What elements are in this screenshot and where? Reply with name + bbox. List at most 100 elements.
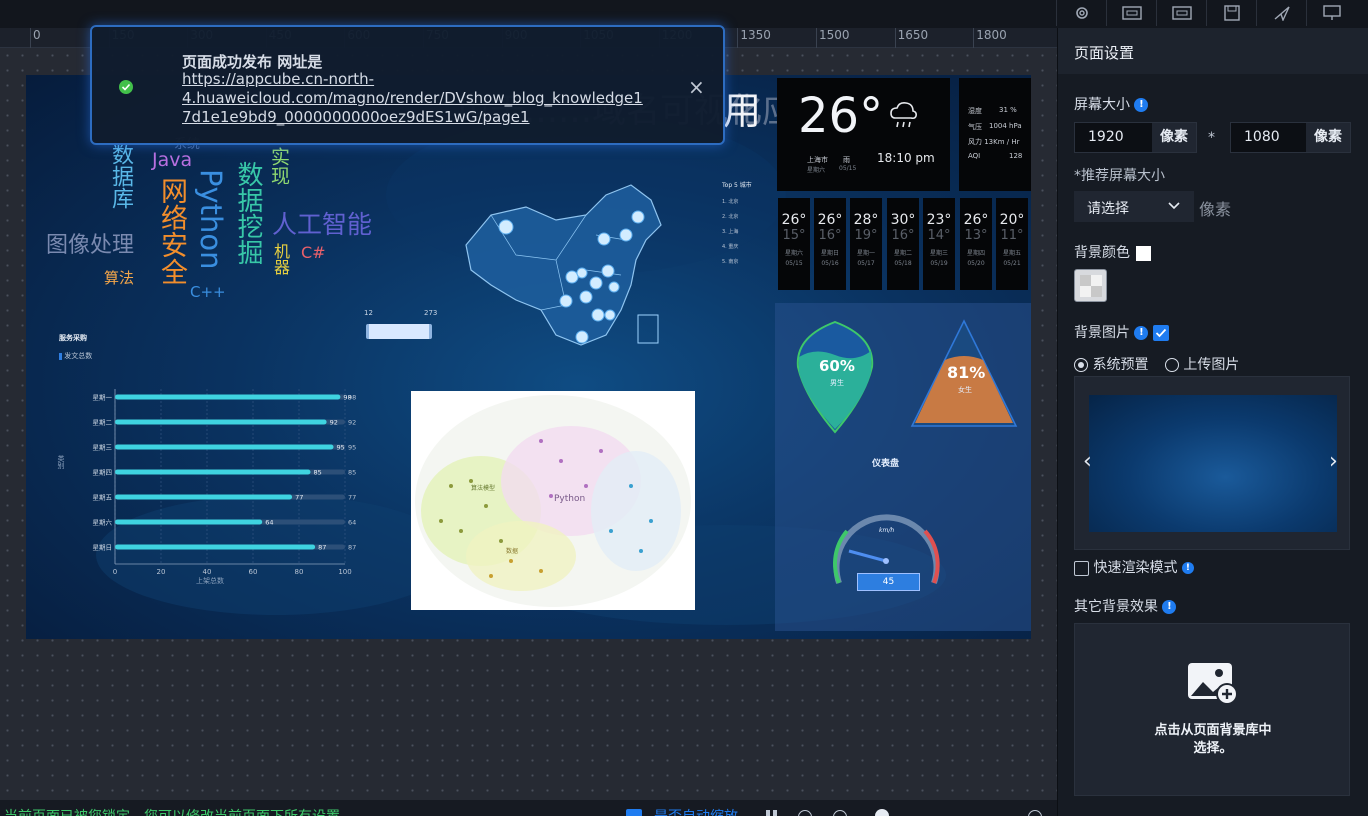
bar-category-label: 星期五 (93, 494, 113, 502)
publish-toast: 页面成功发布 网址是 https://appcube.cn-north- 4.h… (90, 25, 725, 145)
zoom-fit-icon[interactable] (798, 810, 812, 816)
bg-image-checkbox[interactable] (1152, 325, 1169, 341)
gear-icon[interactable] (1056, 0, 1106, 26)
ruler-tick-label: 1500 (819, 28, 850, 42)
bar-value-label-right: 98 (348, 394, 356, 402)
check-icon (1155, 328, 1167, 338)
word-cloud-word: Java (152, 149, 193, 171)
screen-size-label-text: 屏幕大小 (1074, 97, 1130, 113)
page-settings-panel: 页面设置 屏幕大小 ! 1920 像素 * 1080 像素 *推荐屏幕大小 请选… (1057, 28, 1368, 816)
screen-height-field[interactable]: 1080 像素 (1230, 122, 1351, 153)
recommend-size-select[interactable]: 请选择 (1074, 191, 1194, 222)
save-icon[interactable] (1206, 0, 1256, 26)
ruler-tick (973, 28, 975, 48)
top5-list: Top 5 城市 1. 北京 2. 北京 3. 上海 4. 重庆 5. 南京 (722, 180, 752, 270)
bar (115, 469, 311, 475)
recommend-select-value[interactable]: 请选择 (1087, 198, 1129, 218)
preset-radio[interactable] (1074, 358, 1088, 372)
forecast-lo: 13° (964, 228, 988, 243)
info-icon[interactable]: ! (1134, 326, 1149, 340)
success-check-icon (119, 80, 133, 94)
bg-color-label: 背景颜色 (1074, 242, 1152, 262)
forecast-dn: 星期五 (1002, 250, 1021, 257)
stat-pressure-value: 1004 hPa (989, 122, 1022, 130)
forecast-day-card: 30° 16° 星期二 05/18 (887, 198, 919, 290)
carousel-prev-icon[interactable]: ‹ (1083, 449, 1092, 474)
liquid2-value: 81% (947, 363, 986, 382)
forecast-lo: 16° (818, 228, 842, 243)
color-picker-button[interactable] (1074, 269, 1107, 302)
gauge-value: 45 (857, 573, 920, 591)
bar-chart-xlabel: 上架总数 (196, 577, 224, 585)
bg-color-swatch[interactable] (1136, 245, 1152, 261)
bar (115, 494, 293, 500)
info-icon[interactable]: ! (1134, 98, 1149, 112)
zoom-in-icon[interactable] (1028, 810, 1042, 816)
forecast-dn: 星期六 (784, 250, 803, 257)
info-icon[interactable]: ! (1181, 562, 1194, 574)
times-sign: * (1208, 130, 1215, 146)
pause-icon[interactable] (766, 810, 770, 816)
forecast-day-card: 23° 14° 星期三 05/19 (923, 198, 955, 290)
preview-icon[interactable] (1106, 0, 1156, 26)
background-library-text-2[interactable]: 选择。 (1075, 737, 1351, 756)
background-library-text-1[interactable]: 点击从页面背景库中 (1075, 719, 1351, 738)
forecast-hi: 26° (781, 212, 807, 228)
fast-render-label[interactable]: 快速渲染模式 (1093, 560, 1177, 576)
toast-close-icon[interactable]: × (688, 75, 705, 99)
toast-url[interactable]: https://appcube.cn-north- 4.huaweicloud.… (182, 70, 643, 127)
forecast-hi: 20° (999, 212, 1025, 228)
range-min-label: 12 (364, 309, 373, 317)
weather-main: 26° 上海市 星期六 雨 05/15 18:10 pm (777, 78, 950, 191)
publish-icon[interactable] (1256, 0, 1306, 26)
forecast-hi: 26° (817, 212, 843, 228)
zoom-out-icon[interactable] (833, 810, 847, 816)
forecast-dd: 05/17 (857, 260, 875, 267)
preset-option-label[interactable]: 系统预置 (1092, 357, 1148, 373)
auto-scale-label[interactable]: 是否自动缩放 (654, 806, 738, 816)
toast-url-line[interactable]: 4.huaweicloud.com/magno/render/DVshow_bl… (182, 89, 643, 108)
add-image-icon (1188, 663, 1238, 705)
screen-title-tail: 用 (723, 89, 762, 133)
liquid-drop-chart (796, 320, 874, 434)
screen-width-field[interactable]: 1920 像素 (1074, 122, 1197, 153)
auto-scale-checkbox[interactable] (626, 809, 642, 816)
forecast-hi: 30° (890, 212, 916, 228)
bar (115, 544, 316, 550)
word-cloud-word: 实现 (268, 147, 290, 185)
toast-url-line[interactable]: https://appcube.cn-north- (182, 70, 643, 89)
stat-aqi-label: AQI (968, 152, 981, 160)
forecast-day-card: 26° 15° 星期六 05/15 (778, 198, 810, 290)
background-library-button[interactable]: 点击从页面背景库中 选择。 (1074, 623, 1350, 796)
info-icon[interactable]: ! (1162, 600, 1177, 614)
bar-category-label: 星期二 (93, 419, 113, 427)
bar-category-label: 星期日 (93, 544, 113, 552)
screen-width-value[interactable]: 1920 (1088, 129, 1124, 145)
fast-render-checkbox[interactable] (1074, 560, 1089, 576)
bar-chart-x-tick: 80 (295, 568, 304, 576)
upload-option-label[interactable]: 上传图片 (1183, 357, 1239, 373)
bar-value-label: 85 (314, 469, 322, 477)
carousel-next-icon[interactable]: › (1329, 449, 1338, 474)
bg-image-preview[interactable] (1089, 395, 1337, 532)
weather-city: 上海市 (807, 156, 828, 164)
forecast-day-card: 26° 13° 星期四 05/20 (960, 198, 992, 290)
screen-icon[interactable] (1306, 0, 1356, 26)
upload-radio[interactable] (1164, 358, 1179, 372)
dashboard-screen[interactable]: 用于……域名可视化应用 用 数据库 Java 系统 网络安全 Python 数据… (26, 75, 1031, 639)
forecast-day-card: 28° 19° 星期一 05/17 (850, 198, 882, 290)
range-slider[interactable] (366, 324, 432, 339)
word-cloud-word: C# (301, 243, 326, 262)
gauge-title: 仪表盘 (872, 459, 900, 469)
zoom-slider-handle[interactable] (875, 809, 889, 816)
network-center-label: Python (554, 494, 586, 504)
screen-height-value[interactable]: 1080 (1244, 129, 1280, 145)
preview-alt-icon[interactable] (1156, 0, 1206, 26)
recommend-size-label: *推荐屏幕大小 (1074, 168, 1165, 184)
other-effect-label: 其它背景效果 ! (1074, 596, 1177, 616)
toast-url-line[interactable]: 7d1e1e9bd9_0000000000oez9dES1wG/page1 (182, 108, 643, 127)
bar-value-label: 92 (330, 419, 338, 427)
bar-value-label: 64 (265, 519, 273, 527)
bar-value-label: 87 (318, 544, 326, 552)
bar-chart-plot: 0 20 40 60 80 100星期一 9898星期二 92 92星期三 95 95星期四 85 85… (93, 389, 356, 576)
